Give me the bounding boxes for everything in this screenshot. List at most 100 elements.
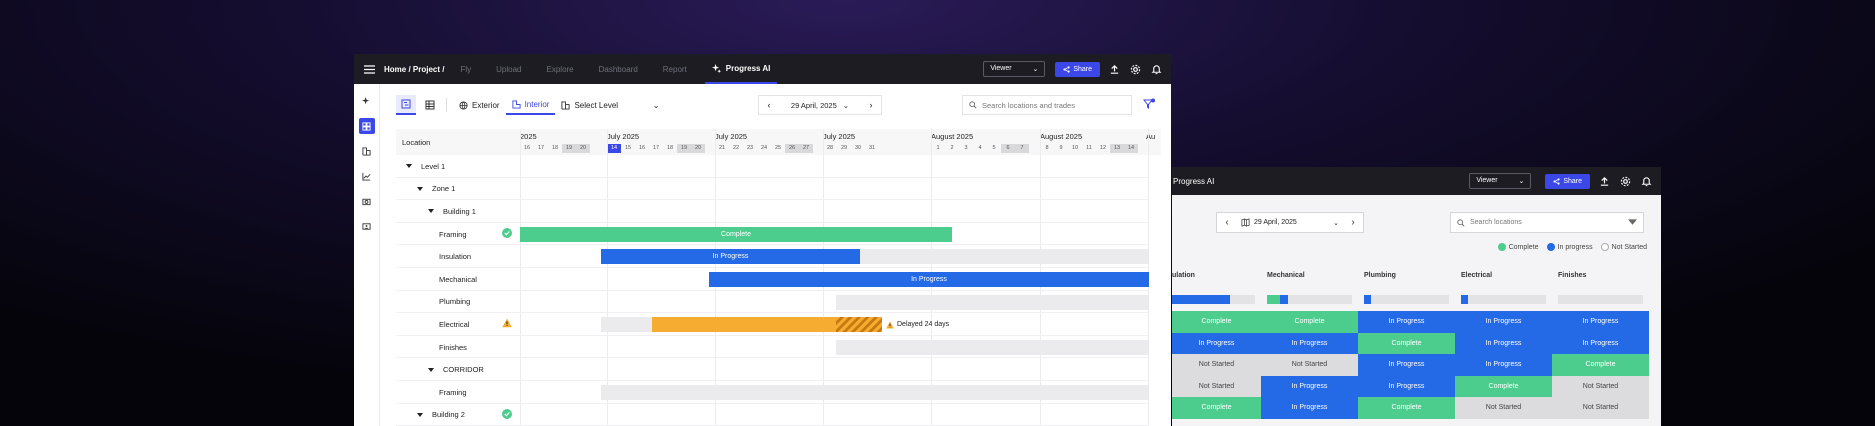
status-cell[interactable]: In Progress [1261, 375, 1358, 397]
camera-icon[interactable] [359, 193, 375, 209]
planned-bar[interactable] [601, 384, 1161, 400]
delay-bar[interactable] [836, 317, 882, 333]
status-cell[interactable]: In Progress [1358, 354, 1455, 376]
gantt-row[interactable]: Building 2 [396, 404, 1161, 426]
status-cell[interactable]: Not Started [1552, 397, 1649, 419]
back-viewer-select[interactable]: Viewer ⌄ [1469, 173, 1532, 189]
gantt-row[interactable]: Finishes [396, 336, 1161, 359]
share-button[interactable]: Share [1055, 61, 1100, 77]
chart-icon[interactable] [359, 168, 375, 184]
status-cell[interactable]: Complete [1552, 354, 1649, 376]
progress-bar[interactable]: Complete [520, 226, 952, 242]
tab-exterior[interactable]: Exterior [453, 95, 506, 115]
scrollbar[interactable] [1149, 155, 1161, 426]
grid-view-icon[interactable] [420, 95, 440, 115]
viewer-select[interactable]: Viewer ⌄ [983, 61, 1046, 77]
gantt-row[interactable]: CORRIDOR [396, 358, 1161, 381]
breadcrumb[interactable]: Home / Project / [384, 65, 444, 74]
status-cell[interactable]: Complete [1172, 397, 1261, 419]
gantt-row[interactable]: Electrical Delayed 24 days [396, 313, 1161, 336]
status-cell[interactable]: In Progress [1261, 397, 1358, 419]
delay-note-text: Delayed 24 days [897, 321, 950, 329]
status-cell[interactable]: Complete [1358, 332, 1455, 354]
caret-down-icon[interactable] [417, 186, 423, 191]
day-label: 12 [1099, 145, 1107, 151]
caret-down-icon[interactable] [406, 164, 412, 169]
status-cell[interactable]: Not Started [1261, 354, 1358, 376]
upload-icon[interactable] [1107, 62, 1121, 76]
gear-icon[interactable] [1128, 62, 1142, 76]
planned-bar[interactable] [836, 294, 1161, 310]
chevron-right-icon[interactable]: › [1343, 217, 1363, 228]
building-icon[interactable] [359, 143, 375, 159]
status-cell[interactable]: Complete [1261, 311, 1358, 333]
caret-down-icon[interactable] [428, 367, 434, 372]
status-cell[interactable]: Not Started [1172, 354, 1261, 376]
nav-dashboard[interactable]: Dashboard [599, 65, 638, 74]
progress-inprogress-fill [1364, 295, 1371, 304]
level-select[interactable]: Select Level ⌄ [555, 95, 665, 115]
gantt-row[interactable]: Zone 1 [396, 178, 1161, 201]
status-cell[interactable]: Complete [1455, 375, 1552, 397]
chevron-left-icon[interactable]: ‹ [759, 100, 779, 110]
caret-down-icon[interactable] [428, 209, 434, 214]
gantt-row[interactable]: Framing [396, 381, 1161, 404]
hamburger-menu-icon[interactable] [354, 64, 384, 74]
status-cell[interactable]: In Progress [1172, 332, 1261, 354]
upload-icon[interactable] [1597, 174, 1611, 188]
status-cell[interactable]: Not Started [1552, 375, 1649, 397]
day-label: 18 [666, 145, 674, 151]
status-cell[interactable]: In Progress [1552, 332, 1649, 354]
chevron-right-icon[interactable]: › [861, 100, 881, 110]
status-cell[interactable]: In Progress [1552, 311, 1649, 333]
status-cell[interactable]: In Progress [1455, 354, 1552, 376]
progress-track [1267, 295, 1352, 304]
gantt-row[interactable]: Level 1 [396, 155, 1161, 178]
planned-bar[interactable] [860, 249, 1149, 265]
status-cell[interactable]: In Progress [1455, 332, 1552, 354]
day-label: 1 [936, 145, 940, 151]
id-card-icon[interactable] [359, 218, 375, 234]
dashboard-icon[interactable] [358, 118, 375, 134]
gear-icon[interactable] [1618, 174, 1632, 188]
status-cell[interactable]: In Progress [1261, 332, 1358, 354]
status-cell[interactable]: In Progress [1358, 311, 1455, 333]
bell-icon[interactable] [1639, 174, 1653, 188]
sparkle-icon[interactable] [359, 93, 375, 109]
planned-bar[interactable] [836, 339, 1161, 355]
day-label: 17 [537, 145, 545, 151]
nav-report[interactable]: Report [663, 65, 687, 74]
status-cell[interactable]: Complete [1358, 397, 1455, 419]
gantt-row[interactable]: Insulation In Progress [396, 245, 1161, 268]
bell-icon[interactable] [1149, 62, 1163, 76]
chevron-left-icon[interactable]: ‹ [1217, 217, 1237, 228]
status-cell[interactable]: In Progress [1455, 311, 1552, 333]
nav-upload[interactable]: Upload [496, 65, 521, 74]
gantt-row[interactable]: Mechanical In Progress [396, 268, 1161, 291]
status-cell[interactable]: Not Started [1172, 375, 1261, 397]
back-share-button[interactable]: Share [1545, 173, 1590, 189]
filter-icon[interactable] [1628, 219, 1637, 226]
nav-progress-ai[interactable]: Progress AI [704, 54, 778, 84]
back-search-input[interactable]: Search locations [1450, 212, 1644, 233]
date-picker[interactable]: ‹ 29 April, 2025 ⌄ › [758, 95, 882, 115]
filter-icon[interactable] [1143, 98, 1155, 110]
status-cell[interactable]: Not Started [1455, 397, 1552, 419]
progress-bar[interactable]: In Progress [709, 271, 1149, 287]
search-input[interactable]: Search locations and trades [962, 95, 1132, 115]
progress-cell [1358, 295, 1455, 304]
day-label: 26 [785, 144, 799, 153]
back-date-picker[interactable]: ‹ 29 April, 2025 ⌄ › [1216, 212, 1364, 233]
gantt-row[interactable]: Framing Complete [396, 223, 1161, 246]
caret-down-icon[interactable] [417, 412, 423, 417]
gantt-row[interactable]: Plumbing [396, 291, 1161, 314]
status-cell[interactable]: Complete [1172, 311, 1261, 333]
nav-explore[interactable]: Explore [547, 65, 574, 74]
progress-bar[interactable]: In Progress [601, 249, 860, 265]
gantt-view-icon[interactable] [396, 95, 416, 115]
nav-fly[interactable]: Fly [460, 65, 471, 74]
column-header: Electrical [1461, 272, 1493, 279]
status-cell[interactable]: In Progress [1358, 375, 1455, 397]
tab-interior[interactable]: Interior [505, 95, 556, 115]
gantt-row[interactable]: Building 1 [396, 200, 1161, 223]
